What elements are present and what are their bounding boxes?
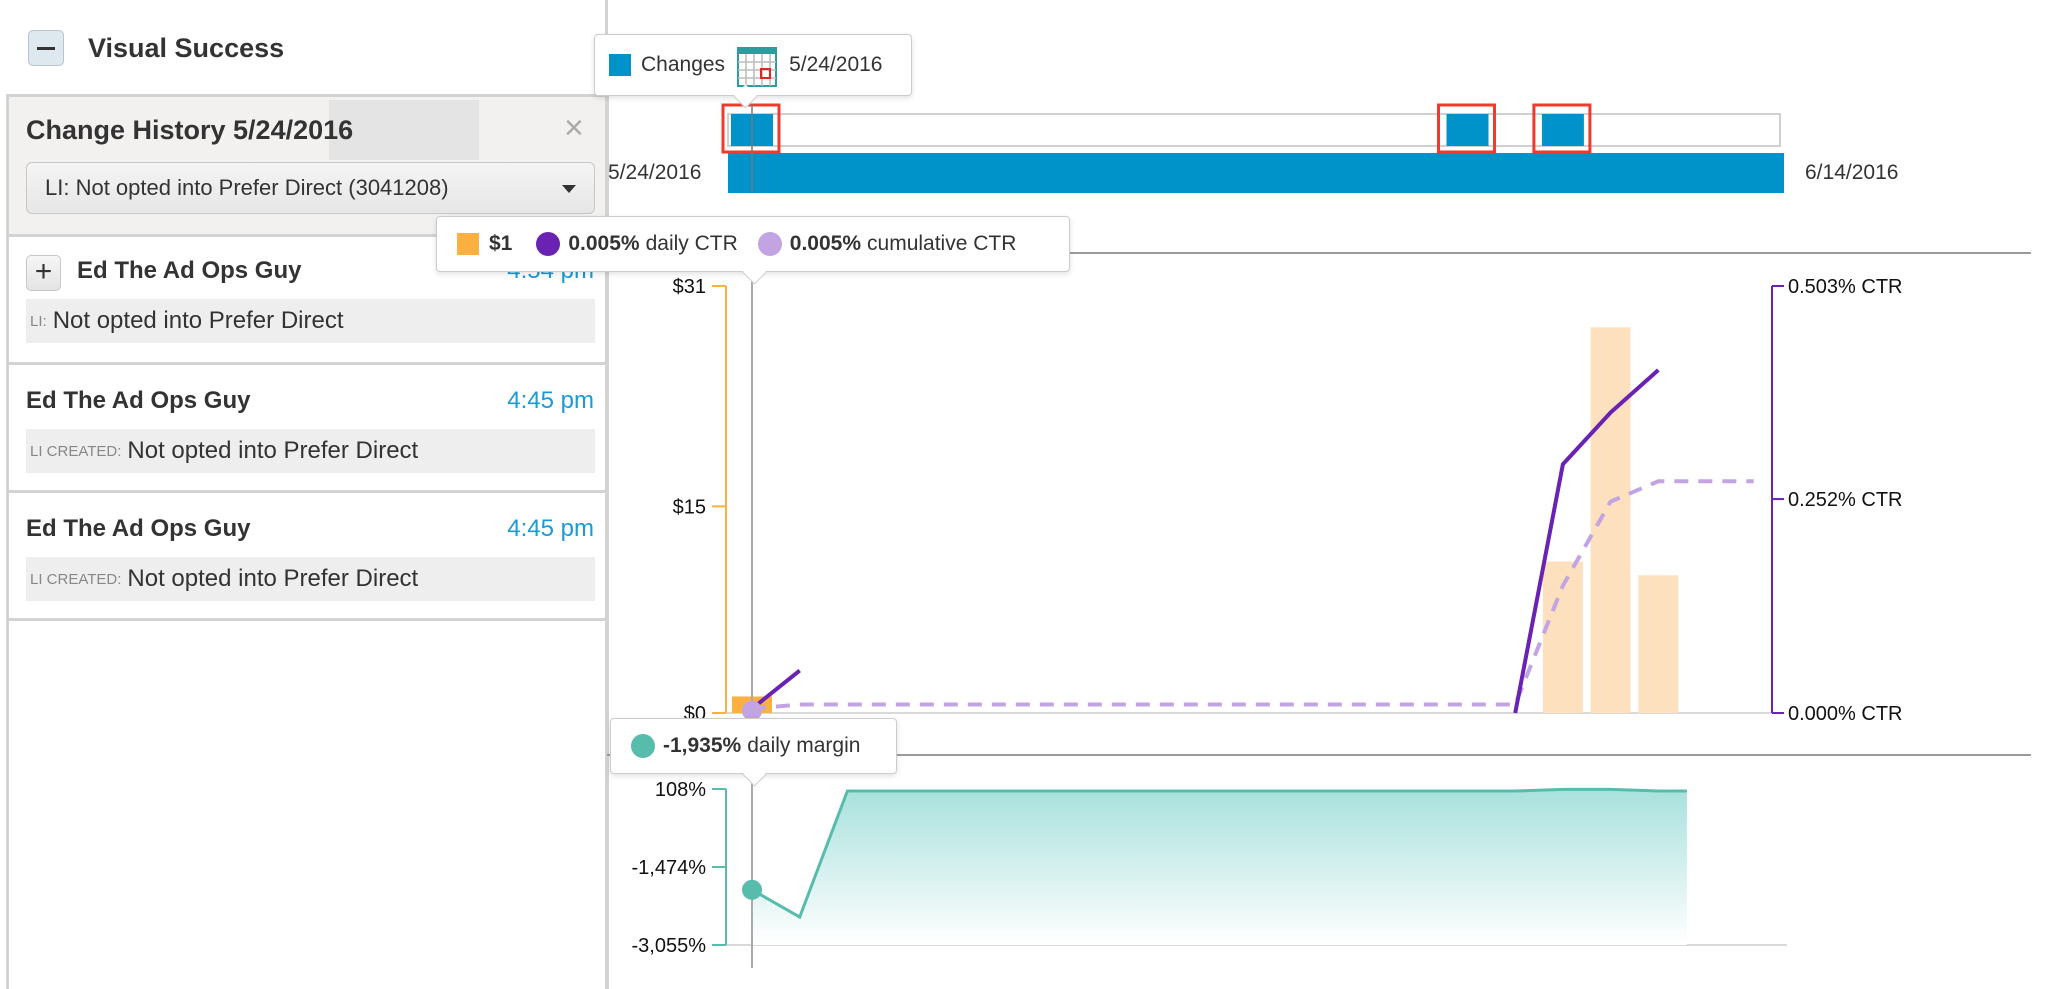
margin-point[interactable]	[742, 879, 762, 900]
changes-tooltip: Changes 5/24/2016	[594, 34, 912, 109]
cumulative-ctr-dot	[757, 232, 782, 256]
margin-tick-label: -1,474%	[632, 857, 707, 879]
margin-tooltip: -1,935% daily margin	[610, 718, 897, 787]
cumulative-ctr-value: 0.005%	[789, 232, 862, 255]
changes-date: 5/24/2016	[789, 53, 883, 76]
spend-value: $1	[489, 232, 513, 255]
ctr-tick-label: 0.252% CTR	[1788, 489, 1903, 511]
changes-timeline: 5/24/2016 6/14/2016	[608, 103, 1898, 193]
spend-bar[interactable]	[1638, 575, 1679, 713]
cumulative-ctr-label: cumulative CTR	[867, 232, 1017, 255]
daily-ctr-dot	[536, 232, 561, 256]
spend-ctr-chart: $0$15$310.000% CTR0.252% CTR0.503% CTR	[673, 268, 1903, 725]
daily-ctr-label: daily CTR	[645, 232, 738, 255]
ctr-tick-label: 0.503% CTR	[1788, 276, 1903, 298]
metrics-tooltip: $1 0.005% daily CTR 0.005% cumulative CT…	[436, 216, 1070, 285]
calendar-icon[interactable]	[737, 47, 778, 87]
margin-area	[752, 789, 1687, 945]
spend-bar[interactable]	[1590, 327, 1631, 713]
date-range-bar[interactable]	[728, 153, 1784, 193]
daily-ctr-line	[750, 668, 801, 711]
spend-tick-label: $31	[673, 276, 706, 298]
timeline-start-date: 5/24/2016	[608, 161, 701, 184]
daily-ctr-value: 0.005%	[568, 232, 640, 255]
margin-label: daily margin	[747, 734, 861, 757]
margin-chart: 108% -1,474% -3,055%	[632, 779, 1787, 968]
change-marker[interactable]	[1541, 114, 1584, 146]
timeline-end-date: 6/14/2016	[1805, 161, 1898, 184]
changes-swatch	[609, 54, 631, 76]
margin-dot	[631, 734, 655, 758]
margin-tick-label: -3,055%	[632, 935, 707, 957]
margin-value: -1,935%	[663, 734, 742, 757]
spend-swatch	[457, 233, 479, 255]
margin-tick-label: 108%	[655, 779, 706, 801]
ctr-tick-label: 0.000% CTR	[1788, 703, 1903, 725]
spend-tick-label: $15	[673, 496, 706, 518]
changes-track	[727, 113, 1781, 147]
performance-charts: 5/24/2016 6/14/2016 $0$15$310.000% CTR0.2…	[607, 103, 2031, 968]
changes-label: Changes	[641, 53, 726, 76]
change-marker[interactable]	[1446, 114, 1489, 146]
